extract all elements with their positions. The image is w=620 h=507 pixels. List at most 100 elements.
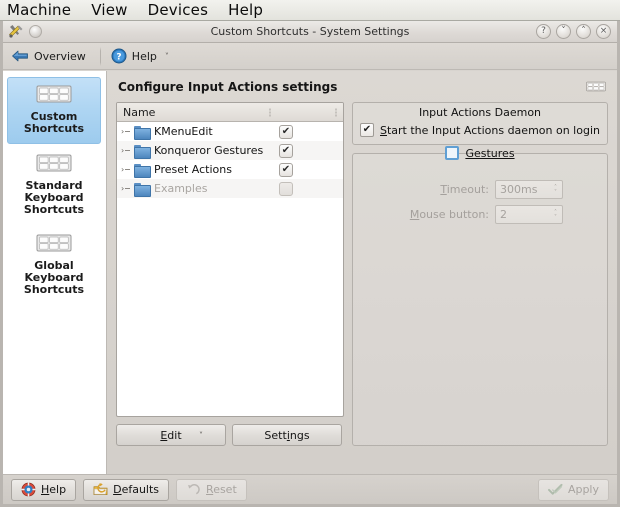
row-label: Examples [154, 182, 208, 195]
mouse-button-row: Mouse button: 2 ˄ ˅ [353, 205, 607, 224]
sidebar-item-label: Custom Shortcuts [23, 110, 85, 135]
toolbar-separator [99, 46, 101, 66]
help-button[interactable]: ? Help ˅ [109, 45, 175, 67]
sidebar-item-global-keyboard-shortcuts[interactable]: Global Keyboard Shortcuts [7, 227, 101, 304]
settings-button[interactable]: Settings [232, 424, 342, 446]
menu-view[interactable]: View [89, 0, 129, 21]
edit-label-rest: dit [167, 428, 182, 442]
timeout-spinbox[interactable]: 300ms ˄ ˅ [495, 180, 563, 199]
chevron-down-icon[interactable]: ˅ [199, 431, 203, 440]
keyboard-icon [586, 79, 606, 94]
settings-pane: Input Actions Daemon ✔ Start the Input A… [352, 102, 608, 446]
defaults-button[interactable]: Defaults [83, 478, 170, 501]
timeout-label: Timeout: [440, 183, 489, 196]
help-label: Help [131, 49, 157, 63]
help-dialog-label: Help [41, 483, 67, 496]
main-content: Configure Input Actions settings Name › … [107, 71, 617, 504]
apply-label: Apply [567, 483, 599, 496]
tools-icon[interactable] [8, 24, 24, 40]
sidebar-item-label: Standard Keyboard Shortcuts [23, 179, 85, 216]
daemon-autostart-checkbox[interactable]: ✔ [360, 123, 374, 137]
dialog-buttonbar: Help Defaults Reset Apply [3, 474, 617, 504]
undo-arrow-icon [186, 482, 201, 497]
menu-help[interactable]: Help [226, 0, 265, 21]
window-titlebar[interactable]: Custom Shortcuts - System Settings ? ˅ ˄… [3, 21, 617, 43]
daemon-autostart-label: Start the Input Actions daemon on login [380, 123, 600, 137]
system-settings-window: Custom Shortcuts - System Settings ? ˅ ˄… [0, 21, 620, 507]
row-checkbox[interactable]: ✔ [279, 162, 293, 177]
spin-arrows-icon[interactable]: ˄ ˅ [554, 209, 557, 220]
help-circle-icon: ? [111, 48, 127, 64]
chevron-down-icon[interactable]: ˅ [165, 52, 169, 61]
mouse-button-value: 2 [500, 208, 507, 221]
table-row[interactable]: › Preset Actions ✔ [117, 160, 343, 179]
page-title: Configure Input Actions settings [118, 79, 338, 94]
titlebar-left [3, 24, 42, 40]
actions-tree-pane: Name › KMenuEdit ✔ › Konqueror Gestures … [116, 102, 344, 446]
folder-icon [134, 144, 151, 159]
sidebar-item-label: Global Keyboard Shortcuts [23, 259, 85, 296]
edit-button[interactable]: Edit ˅ [116, 424, 226, 446]
window-close-button[interactable]: × [596, 24, 611, 39]
host-menubar: Machine View Devices Help [0, 0, 620, 21]
gestures-header[interactable]: Gestures [353, 146, 607, 160]
titlebar-menu-button[interactable] [29, 25, 42, 38]
overview-button[interactable]: Overview [9, 45, 92, 67]
tree-buttons: Edit ˅ Settings [116, 424, 344, 446]
table-row[interactable]: › Konqueror Gestures ✔ [117, 141, 343, 160]
table-row[interactable]: › Examples [117, 179, 343, 198]
menu-machine[interactable]: Machine [5, 0, 73, 21]
keyboard-icon [36, 84, 72, 104]
keyboard-icon [36, 153, 72, 173]
gestures-label: Gestures [465, 146, 515, 160]
column-grip[interactable] [335, 108, 337, 117]
folder-icon [134, 163, 151, 178]
menu-devices[interactable]: Devices [146, 0, 211, 21]
window-maximize-button[interactable]: ˄ [576, 24, 591, 39]
spin-arrows-icon[interactable]: ˄ ˅ [554, 184, 557, 195]
column-header-name: Name [123, 105, 156, 119]
tree-column-header[interactable]: Name [117, 103, 343, 122]
column-grip[interactable] [269, 108, 271, 117]
titlebar-controls: ? ˅ ˄ × [536, 24, 617, 39]
window-help-button[interactable]: ? [536, 24, 551, 39]
row-label: Preset Actions [154, 163, 232, 176]
window-title: Custom Shortcuts - System Settings [210, 25, 410, 38]
help-dialog-button[interactable]: Help [11, 478, 77, 501]
row-checkbox[interactable]: ✔ [279, 124, 293, 139]
sidebar-item-standard-keyboard-shortcuts[interactable]: Standard Keyboard Shortcuts [7, 147, 101, 224]
edit-label: Edit [160, 428, 182, 442]
mouse-button-label: Mouse button: [409, 208, 489, 221]
expander-icon[interactable]: › [121, 184, 134, 193]
panes: Name › KMenuEdit ✔ › Konqueror Gestures … [116, 102, 608, 446]
daemon-autostart-row[interactable]: ✔ Start the Input Actions daemon on logi… [353, 123, 607, 144]
input-actions-daemon-group: Input Actions Daemon ✔ Start the Input A… [352, 102, 608, 145]
folder-icon [134, 182, 151, 197]
row-checkbox[interactable] [279, 181, 293, 196]
gestures-group: Gestures Timeout: 300ms ˄ ˅ Mouse button… [352, 146, 608, 446]
expander-icon[interactable]: › [121, 165, 134, 174]
mouse-button-spinbox[interactable]: 2 ˄ ˅ [495, 205, 563, 224]
table-row[interactable]: › KMenuEdit ✔ [117, 122, 343, 141]
window-body: Custom Shortcuts Standard Keyboard Short… [3, 71, 617, 504]
reset-label: Reset [206, 483, 237, 496]
gestures-checkbox[interactable] [445, 146, 460, 160]
expander-icon[interactable]: › [121, 146, 134, 155]
timeout-value: 300ms [500, 183, 538, 196]
actions-tree[interactable]: Name › KMenuEdit ✔ › Konqueror Gestures … [116, 102, 344, 417]
window-shade-button[interactable]: ˅ [556, 24, 571, 39]
folder-icon [134, 125, 151, 140]
row-label: Konqueror Gestures [154, 144, 264, 157]
expander-icon[interactable]: › [121, 127, 134, 136]
row-checkbox[interactable]: ✔ [279, 143, 293, 158]
sidebar-item-custom-shortcuts[interactable]: Custom Shortcuts [7, 77, 101, 144]
check-icon [547, 483, 563, 496]
main-header: Configure Input Actions settings [116, 79, 608, 94]
defaults-label: Defaults [113, 483, 160, 496]
back-arrow-icon [11, 48, 29, 64]
lifebuoy-icon [21, 482, 36, 497]
settings-label: Settings [264, 428, 310, 442]
keyboard-icon [36, 233, 72, 253]
row-label: KMenuEdit [154, 125, 213, 138]
apply-button: Apply [537, 478, 609, 501]
